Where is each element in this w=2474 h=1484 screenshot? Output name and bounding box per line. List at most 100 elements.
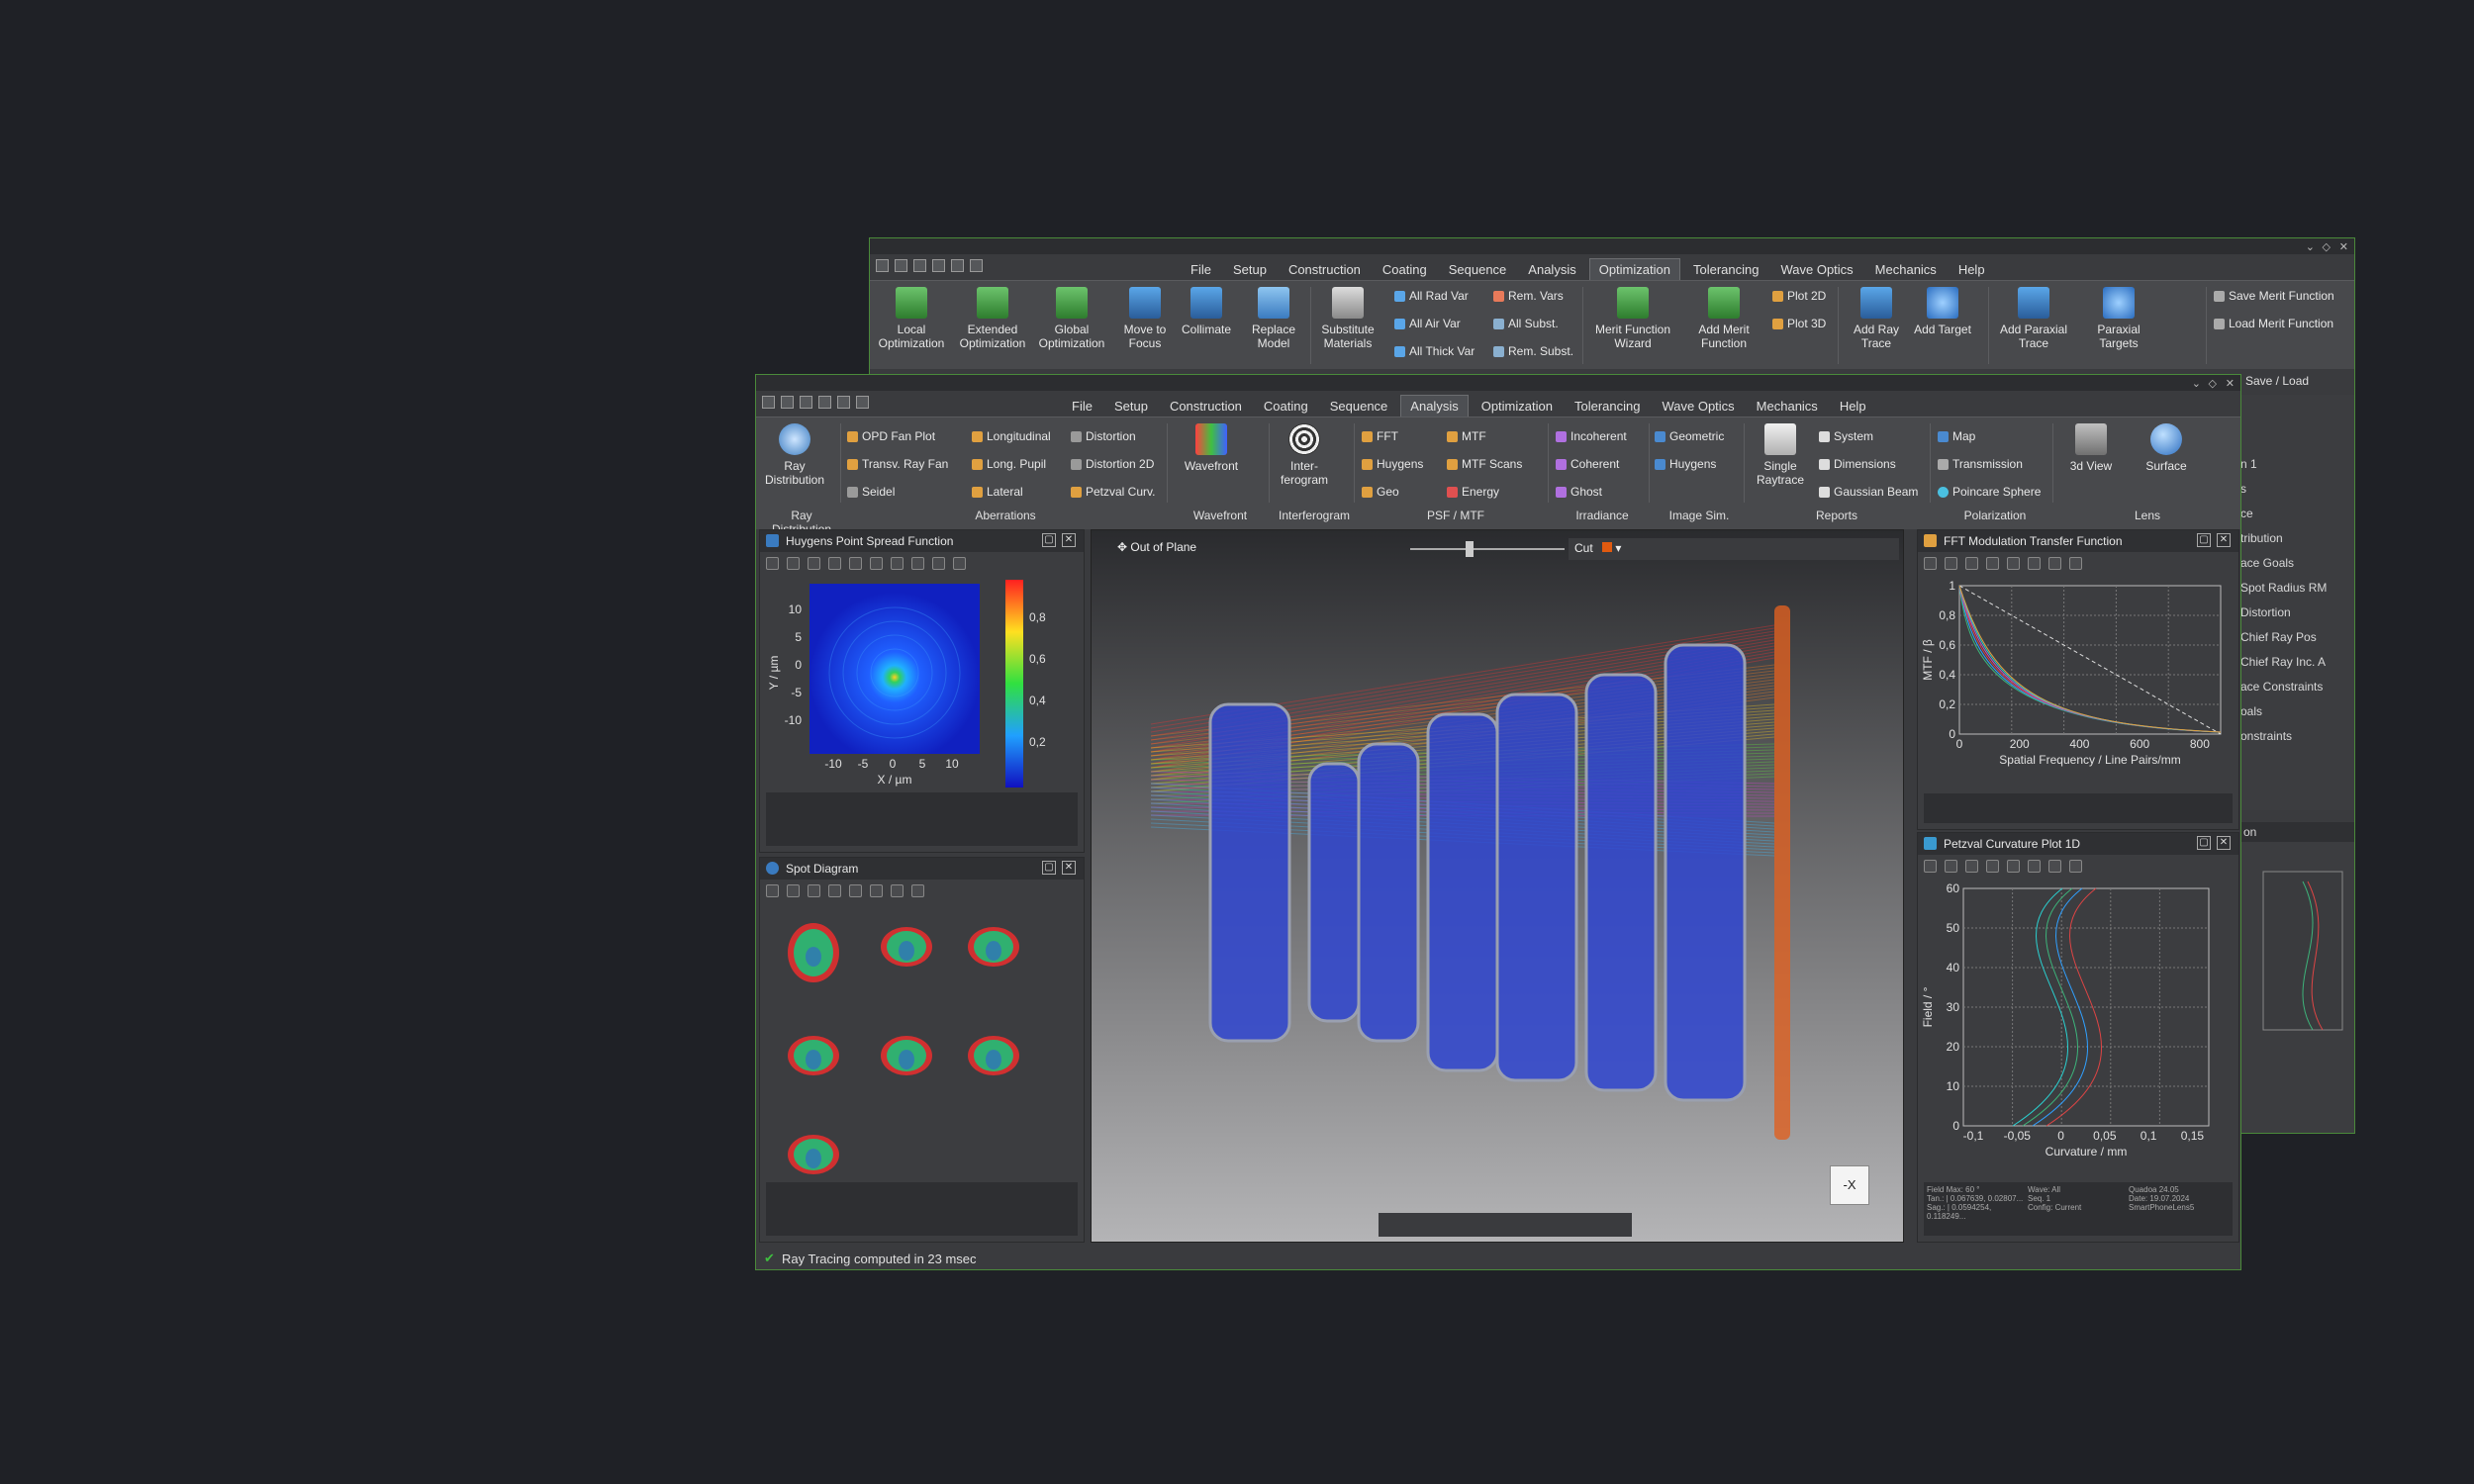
all-rad-var-button[interactable]: All Rad Var <box>1394 289 1469 303</box>
merit-list-item[interactable]: oals <box>2240 699 2327 724</box>
close-icon[interactable]: ✕ <box>1062 861 1076 875</box>
geo-button[interactable]: Geo <box>1362 485 1399 499</box>
surface-button[interactable]: Surface <box>2134 423 2199 473</box>
undo-icon[interactable] <box>932 258 945 272</box>
menu-mechanics[interactable]: Mechanics <box>1866 259 1946 280</box>
run-icon[interactable] <box>828 883 841 897</box>
maximize-icon[interactable]: ▢ <box>1042 861 1056 875</box>
3d-view-button[interactable]: 3d View <box>2058 423 2124 473</box>
system-button[interactable]: System <box>1819 429 1873 443</box>
menu-tolerancing[interactable]: Tolerancing <box>1684 259 1768 280</box>
menu-sequence[interactable]: Sequence <box>1440 259 1516 280</box>
load-merit-function-button[interactable]: Load Merit Function <box>2214 317 2333 330</box>
redo-icon[interactable] <box>951 258 964 272</box>
export-icon[interactable] <box>870 556 883 570</box>
import-icon[interactable] <box>2048 859 2061 873</box>
incoherent-button[interactable]: Incoherent <box>1556 429 1627 443</box>
menu-analysis[interactable]: Analysis <box>1519 259 1584 280</box>
menu-tolerancing[interactable]: Tolerancing <box>1566 396 1650 417</box>
menu-wave-optics[interactable]: Wave Optics <box>1653 396 1743 417</box>
home-icon[interactable] <box>849 883 862 897</box>
all-thick-var-button[interactable]: All Thick Var <box>1394 344 1475 358</box>
all-air-var-button[interactable]: All Air Var <box>1394 317 1461 330</box>
merit-list-item[interactable]: Chief Ray Inc. A <box>2240 650 2327 675</box>
longitudinal-button[interactable]: Longitudinal <box>972 429 1051 443</box>
transv-ray-fan-button[interactable]: Transv. Ray Fan <box>847 457 948 471</box>
energy-button[interactable]: Energy <box>1447 485 1499 499</box>
close-icon[interactable]: ✕ <box>2226 377 2235 390</box>
export-icon[interactable] <box>2028 859 2041 873</box>
axis-x-button[interactable]: -X <box>1830 1165 1869 1205</box>
settings-icon[interactable] <box>1924 859 1937 873</box>
rem-subst-button[interactable]: Rem. Subst. <box>1493 344 1573 358</box>
plot-2d-button[interactable]: Plot 2D <box>1772 289 1826 303</box>
cut-dropdown[interactable]: Cut ▾ <box>1569 538 1646 560</box>
collimate-button[interactable]: Collimate <box>1177 287 1236 336</box>
replace-model-button[interactable]: Replace Model <box>1244 287 1303 350</box>
distortion-button[interactable]: Distortion <box>1071 429 1136 443</box>
maximize-icon[interactable]: ▢ <box>1042 533 1056 547</box>
menu-sequence[interactable]: Sequence <box>1321 396 1397 417</box>
merit-list-item[interactable]: ace Constraints <box>2240 675 2327 699</box>
close-icon[interactable]: ✕ <box>2339 240 2348 253</box>
camera-icon[interactable] <box>787 883 800 897</box>
single-raytrace-button[interactable]: Single Raytrace <box>1748 423 1813 487</box>
transmission-button[interactable]: Transmission <box>1938 457 2023 471</box>
menu-setup[interactable]: Setup <box>1224 259 1276 280</box>
petzval-curv-button[interactable]: Petzval Curv. <box>1071 485 1155 499</box>
chart-icon[interactable] <box>932 556 945 570</box>
restore-icon[interactable]: ◇ <box>2323 240 2331 253</box>
all-subst-button[interactable]: All Subst. <box>1493 317 1559 330</box>
undo-icon[interactable] <box>818 395 831 409</box>
menu-construction[interactable]: Construction <box>1161 396 1251 417</box>
menu-file[interactable]: File <box>1063 396 1101 417</box>
menu-mechanics[interactable]: Mechanics <box>1748 396 1827 417</box>
run-icon[interactable] <box>1986 556 1999 570</box>
close-icon[interactable]: ✕ <box>2217 533 2231 547</box>
3d-viewer[interactable]: ✥ Out of Plane Cut ▾ -X <box>1091 529 1904 1243</box>
import-icon[interactable] <box>891 883 904 897</box>
chart-icon[interactable] <box>2069 859 2082 873</box>
run-icon[interactable] <box>828 556 841 570</box>
colormap-icon[interactable] <box>911 556 924 570</box>
menu-help[interactable]: Help <box>1831 396 1875 417</box>
out-of-plane-label[interactable]: ✥ Out of Plane <box>1117 540 1196 554</box>
import-icon[interactable] <box>891 556 904 570</box>
fft-button[interactable]: FFT <box>1362 429 1398 443</box>
open-icon[interactable] <box>781 395 794 409</box>
substitute-materials-button[interactable]: Substitute Materials <box>1313 287 1382 350</box>
chart-icon[interactable] <box>2069 556 2082 570</box>
menu-coating[interactable]: Coating <box>1255 396 1317 417</box>
distortion-2d-button[interactable]: Distortion 2D <box>1071 457 1154 471</box>
lateral-button[interactable]: Lateral <box>972 485 1023 499</box>
poincare-sphere-button[interactable]: Poincare Sphere <box>1938 485 2041 499</box>
refresh-icon[interactable] <box>856 395 869 409</box>
merit-list-item[interactable]: tribution <box>2240 526 2327 551</box>
import-icon[interactable] <box>2048 556 2061 570</box>
merit-list-item[interactable]: Distortion <box>2240 601 2327 625</box>
gaussian-beam-button[interactable]: Gaussian Beam <box>1819 485 1918 499</box>
camera-icon[interactable] <box>787 556 800 570</box>
plot-3d-button[interactable]: Plot 3D <box>1772 317 1826 330</box>
merit-list-item[interactable]: onstraints <box>2240 724 2327 749</box>
move-to-focus-button[interactable]: Move to Focus <box>1115 287 1175 350</box>
minimize-icon[interactable]: ⌄ <box>2306 240 2315 253</box>
restore-icon[interactable]: ◇ <box>2209 377 2217 390</box>
geometric-button[interactable]: Geometric <box>1655 429 1724 443</box>
menu-wave-optics[interactable]: Wave Optics <box>1771 259 1861 280</box>
menu-coating[interactable]: Coating <box>1374 259 1436 280</box>
add-target-button[interactable]: Add Target <box>1913 287 1972 336</box>
local-optimization-button[interactable]: Local Optimization <box>876 287 947 350</box>
paraxial-targets-button[interactable]: Paraxial Targets <box>2079 287 2158 350</box>
merit-function-wizard-button[interactable]: Merit Function Wizard <box>1588 287 1677 350</box>
dimensions-button[interactable]: Dimensions <box>1819 457 1896 471</box>
map-button[interactable]: Map <box>1938 429 1975 443</box>
opd-fan-plot-button[interactable]: OPD Fan Plot <box>847 429 935 443</box>
merit-list-item[interactable]: Chief Ray Pos <box>2240 625 2327 650</box>
refresh-icon[interactable] <box>970 258 983 272</box>
refresh-icon[interactable] <box>808 556 820 570</box>
camera-icon[interactable] <box>1945 556 1957 570</box>
merit-list-item[interactable]: ce <box>2240 502 2327 526</box>
menu-analysis[interactable]: Analysis <box>1400 395 1469 417</box>
refresh-icon[interactable] <box>808 883 820 897</box>
